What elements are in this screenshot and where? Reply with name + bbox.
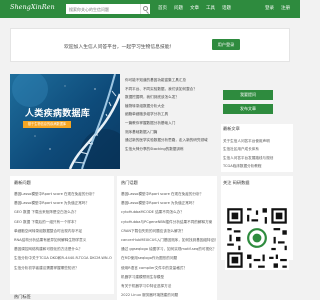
recommend-link[interactable]: 生信社区用户成长体系 <box>223 145 273 153</box>
list-item[interactable]: 数据挖掘啊，我们到底该怎么发？ <box>125 93 217 102</box>
login-link[interactable]: 登录 <box>265 5 274 11</box>
recommend-title: 最新文章 <box>223 126 240 131</box>
list-item[interactable]: 在R中使用seqlogo作为图形的问题 <box>121 254 216 263</box>
list-item[interactable]: 基因调控网络构建和可视化的方法是什么？ <box>14 245 112 254</box>
list-item[interactable]: 生信分析初学者建议需要掌握哪些知识？ <box>14 264 112 273</box>
top-navigation-bar: ShengXinRen 首页 问题 文章 工具 话题 登录 注册 <box>0 0 300 18</box>
list-item[interactable]: CRAN下载包失败的问题应该怎么解决？ <box>121 227 216 236</box>
list-item[interactable]: cytoHubbaMCODE 结果不同怎么办？ <box>121 208 216 217</box>
search-icon <box>143 6 148 11</box>
list-item[interactable]: 使用R语言 compiler文件中的变量格式？ <box>121 264 216 273</box>
list-item[interactable]: cancerHubMEXICUS入门基因测序，如何找到基因组特征序列？ <box>121 236 216 245</box>
list-item[interactable]: 基因Lasso模型中Rpart score 为负值正常吗？ <box>121 199 216 208</box>
hot-topics-title: 热门话题 <box>121 180 138 185</box>
list-item[interactable]: 基因Lasso模型中Rpart score 在现在免疫的分析？ <box>121 190 216 199</box>
search-button[interactable] <box>140 4 150 14</box>
list-item[interactable]: 不同平台、不同实验数据，我们该如何整合？ <box>125 85 217 94</box>
qr-title: 关注 码研数据 <box>223 180 250 185</box>
list-item[interactable]: 单细胞空间转录组数据整合时出现内存不足 <box>14 227 112 236</box>
nav-tools[interactable]: 工具 <box>206 5 215 11</box>
list-item[interactable]: 你可能不知道的基因功能富集工具汇总 <box>125 76 217 85</box>
list-item[interactable]: 通过 ggseqlogo 绘图学习，如何实现motif-seq的可视化？ <box>121 245 216 254</box>
hot-topics-list: 基因Lasso模型中Rpart score 在现在免疫的分析？ 基因Lasso模… <box>121 190 216 300</box>
hero-title: 人类疾病数据库 <box>25 109 91 119</box>
ask-question-button[interactable]: 我要提问 <box>223 90 273 100</box>
list-item[interactable]: cytoHubba与PCgeneNBN插件分析结果不同的解释方案 <box>121 218 216 227</box>
list-item[interactable]: 细胞单细胞多组学分析工具 <box>125 110 217 119</box>
list-item[interactable]: 有关于机器学习中特征选择方法 <box>121 282 216 291</box>
recommend-link[interactable]: 生信人问答平台发展路线与规划 <box>223 154 273 162</box>
list-item[interactable]: 测序基础数据入门篇 <box>125 128 217 137</box>
latest-questions-title: 最新问题 <box>14 180 31 185</box>
nav-topics[interactable]: 话题 <box>222 5 231 11</box>
recommend-list: 关于生信人问答平台使用声明 生信社区用户成长体系 生信人问答平台发展路线与规划 … <box>223 137 273 170</box>
list-item[interactable]: 一篇教你掌握数据分析基础入门 <box>125 119 217 128</box>
list-item[interactable]: GEO 数据 下载后的一组只有一个样本？ <box>14 218 112 227</box>
featured-question-list: 你可能不知道的基因功能富集工具汇总 不同平台、不同实验数据，我们该如何整合？ 数… <box>125 76 217 153</box>
nav-articles[interactable]: 文章 <box>190 5 199 11</box>
latest-questions-list: 基因Lasso模型中Rpart score 在现在免疫的分析？ 基因Lasso模… <box>14 190 112 273</box>
welcome-banner: 欢迎加入生信人问答平台，一起学习生物信息技能！ 用户登录 <box>10 28 290 62</box>
register-link[interactable]: 注册 <box>281 5 290 11</box>
list-item[interactable]: 基因Lasso模型中Rpart score 在现在免疫的分析？ <box>14 190 112 199</box>
list-item[interactable]: GEO 数据 下载出来矩阵是空白怎么办？ <box>14 208 112 217</box>
list-item[interactable]: 通过新的医学实验数据分析思路，走入新的研究领域 <box>125 136 217 145</box>
nav-questions[interactable]: 问题 <box>174 5 183 11</box>
list-item[interactable]: 生信大神分享的Stacking的数据训练 <box>125 145 217 154</box>
list-item[interactable]: 生信分析中关于TCGA DKD和R-4440.R-TCGA DKCM-WN-OU… <box>14 254 112 263</box>
hero-subtitle: 基于生物信息的疾病数据库 <box>23 121 71 128</box>
list-item[interactable]: 机器学习建模预测生存模型 <box>121 273 216 282</box>
recommend-link[interactable]: 关于生信人问答平台使用声明 <box>223 137 273 145</box>
search-input[interactable] <box>66 4 140 14</box>
welcome-text: 欢迎加入生信人问答平台，一起学习生物信息技能！ <box>64 45 175 50</box>
recommend-link[interactable]: TCGA临床数据分析教程 <box>223 162 273 170</box>
list-item[interactable]: RNA结构分析结果有差异如何解释生物学意义 <box>14 236 112 245</box>
write-article-button[interactable]: 发布文章 <box>223 104 273 114</box>
user-login-button[interactable]: 用户登录 <box>212 39 240 50</box>
nav-home[interactable]: 首页 <box>158 5 167 11</box>
site-logo[interactable]: ShengXinRen <box>10 3 55 11</box>
list-item[interactable]: 植物转录组数据分析大全 <box>125 102 217 111</box>
hero-image[interactable]: 人类疾病数据库 基于生物信息的疾病数据库 <box>10 74 120 169</box>
qr-code <box>225 206 289 270</box>
list-item[interactable]: 基因Lasso模型中Rpart score 为负值正常吗？ <box>14 199 112 208</box>
list-item[interactable]: 2022 Linux 服务器环境搭建的问题 <box>121 291 216 300</box>
bottom-section-title: 热门标签 <box>14 294 31 299</box>
